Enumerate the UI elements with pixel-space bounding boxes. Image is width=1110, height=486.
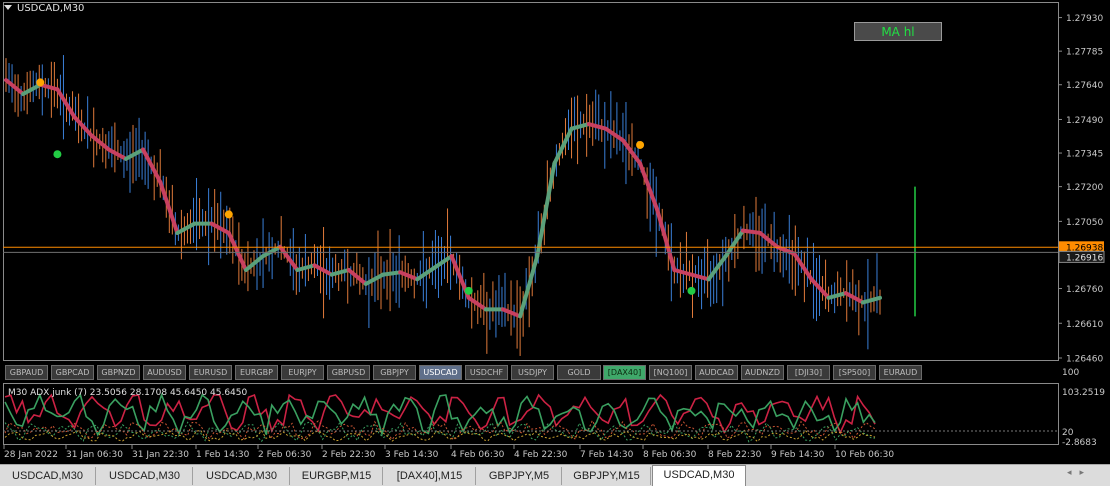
time-tick-label: 31 Jan 22:30 xyxy=(132,450,189,460)
bid-price-label: 1.26916 xyxy=(1066,253,1103,263)
symbol-button-usdjpy[interactable]: USDJPY xyxy=(511,365,554,380)
price-tick-label: 1.27640 xyxy=(1066,81,1103,91)
chart-tab[interactable]: USDCAD,M30 xyxy=(652,465,746,486)
symbol-button-dax40[interactable]: [DAX40] xyxy=(603,365,646,380)
time-tick-label: 4 Feb 22:30 xyxy=(514,450,568,460)
time-tick-label: 8 Feb 22:30 xyxy=(708,450,762,460)
main-chart-svg[interactable]: 1.27930 1.27785 1.27640 1.27490 1.27345 1.272… xyxy=(0,0,1110,485)
ma-hl-button[interactable]: MA hl xyxy=(854,22,942,41)
symbol-button-sp500[interactable]: [SP500] xyxy=(833,365,876,380)
time-tick-label: 10 Feb 06:30 xyxy=(835,450,894,460)
time-tick-label: 2 Feb 06:30 xyxy=(258,450,312,460)
chart-tab[interactable]: USDCAD,M30 xyxy=(0,467,96,485)
indicator-label: M30 ADX junk (7) 23.5056 28.1708 45.6450… xyxy=(8,388,248,398)
indicator-axis-label: 100 xyxy=(1062,368,1079,378)
chart-tab[interactable]: EURGBP,M15 xyxy=(291,467,383,485)
ma-segment xyxy=(740,228,763,235)
price-tick-label: 1.27490 xyxy=(1066,116,1103,126)
price-tick-label: 1.27930 xyxy=(1066,14,1103,24)
symbol-button-eurjpy[interactable]: EURJPY xyxy=(281,365,324,380)
time-tick-label: 1 Feb 14:30 xyxy=(196,450,250,460)
indicator-axis-label: -2.8683 xyxy=(1062,438,1097,448)
symbol-button-gbpusd[interactable]: GBPUSD xyxy=(327,365,370,380)
chart-tab[interactable]: GBPJPY,M5 xyxy=(477,467,562,485)
symbol-button-dji30[interactable]: [DJI30] xyxy=(787,365,830,380)
time-tick-label: 31 Jan 06:30 xyxy=(66,450,123,460)
time-tick-label: 3 Feb 14:30 xyxy=(385,450,439,460)
price-tick-label: 1.26460 xyxy=(1066,355,1103,365)
signal-dot xyxy=(464,286,473,295)
tab-scroll-arrows-icon[interactable]: ◂▸ xyxy=(1067,468,1092,478)
price-tick-label: 1.26610 xyxy=(1066,320,1103,330)
signal-dot xyxy=(36,78,45,87)
signal-dot xyxy=(687,286,696,295)
chart-tab[interactable]: GBPJPY,M15 xyxy=(563,467,651,485)
indicator-axis-label: 103.2519 xyxy=(1062,388,1105,398)
chart-window-title[interactable]: USDCAD,M30 xyxy=(4,3,84,14)
symbol-button-gbpaud[interactable]: GBPAUD xyxy=(5,365,48,380)
price-tick-label: 1.26760 xyxy=(1066,285,1103,295)
chart-tab[interactable]: USDCAD,M30 xyxy=(97,467,193,485)
chart-tab-bar: ◂▸ USDCAD,M30 USDCAD,M30 USDCAD,M30 EURGBP,… xyxy=(0,464,1110,486)
symbol-button-usdchf[interactable]: USDCHF xyxy=(465,365,508,380)
symbol-button-nq100[interactable]: [NQ100] xyxy=(649,365,692,380)
time-tick-label: 8 Feb 06:30 xyxy=(643,450,697,460)
price-tick-label: 1.27050 xyxy=(1066,218,1103,228)
time-tick-label: 2 Feb 22:30 xyxy=(322,450,376,460)
symbol-button-gbpjpy[interactable]: GBPJPY xyxy=(373,365,416,380)
symbol-button-audnzd[interactable]: AUDNZD xyxy=(741,365,784,380)
signal-dot xyxy=(224,210,233,219)
price-tick-label: 1.27785 xyxy=(1066,48,1103,58)
time-tick-label: 28 Jan 2022 xyxy=(4,450,58,460)
signal-dot xyxy=(53,150,62,159)
symbol-button-gbpcad[interactable]: GBPCAD xyxy=(51,365,94,380)
chart-tab[interactable]: USDCAD,M30 xyxy=(194,467,290,485)
time-tick-label: 4 Feb 06:30 xyxy=(451,450,505,460)
indicator-axis-label: 20 xyxy=(1062,428,1074,438)
symbol-button-audusd[interactable]: AUDUSD xyxy=(143,365,186,380)
symbol-button-audcad[interactable]: AUDCAD xyxy=(695,365,738,380)
price-tick-label: 1.27345 xyxy=(1066,150,1103,160)
dropdown-triangle-icon[interactable] xyxy=(4,5,12,10)
chart-tab[interactable]: [DAX40],M15 xyxy=(384,467,476,485)
symbol-button-eurgbp[interactable]: EURGBP xyxy=(235,365,278,380)
price-tick-label: 1.27200 xyxy=(1066,183,1103,193)
time-tick-label: 7 Feb 14:30 xyxy=(580,450,634,460)
signal-dot xyxy=(636,140,645,149)
time-tick-label: 9 Feb 14:30 xyxy=(771,450,825,460)
ma-segment xyxy=(381,270,403,277)
symbol-button-usdcad[interactable]: USDCAD xyxy=(419,365,462,380)
symbol-button-gold[interactable]: GOLD xyxy=(557,365,601,380)
symbol-button-eurusd[interactable]: EURUSD xyxy=(189,365,232,380)
symbol-button-gbpnzd[interactable]: GBPNZD xyxy=(97,365,140,380)
symbol-button-euraud[interactable]: EURAUD xyxy=(879,365,922,380)
